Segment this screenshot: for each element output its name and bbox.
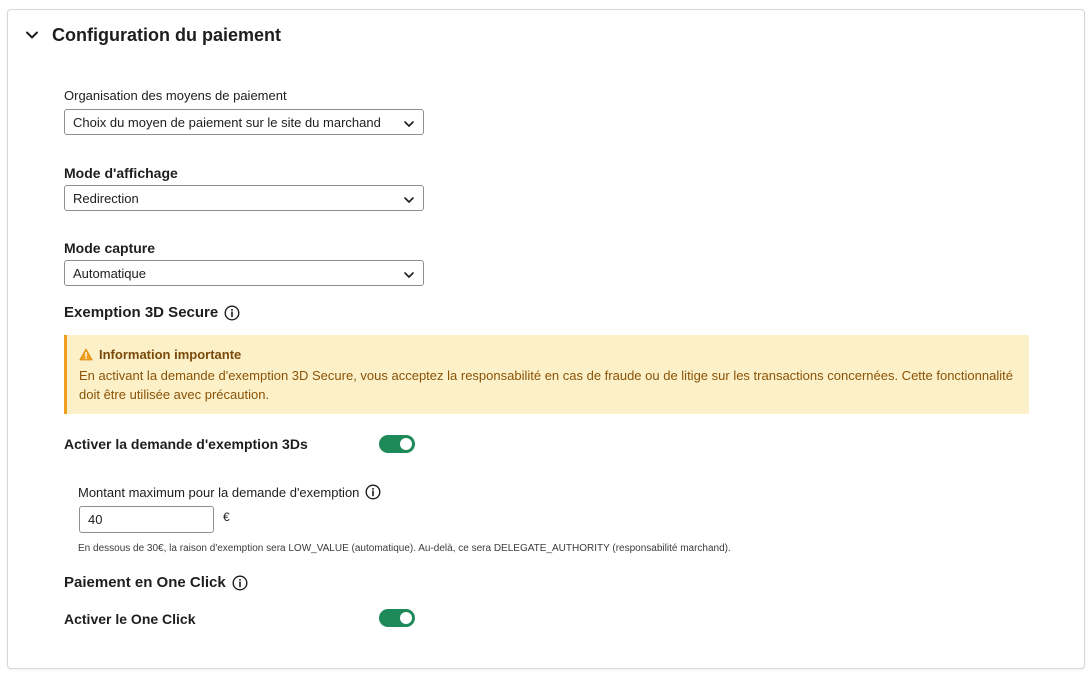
max-amount-label: Montant maximum pour la demande d'exempt… bbox=[78, 484, 360, 500]
max-amount-help: En dessous de 30€, la raison d'exemption… bbox=[78, 543, 731, 554]
organisation-select[interactable]: Choix du moyen de paiement sur le site d… bbox=[64, 109, 424, 135]
panel-title: Configuration du paiement bbox=[52, 24, 281, 45]
display-mode-label: Mode d'affichage bbox=[64, 165, 178, 181]
max-amount-label-row: Montant maximum pour la demande d'exempt… bbox=[78, 484, 381, 500]
chevron-down-icon[interactable] bbox=[24, 27, 40, 43]
info-icon[interactable] bbox=[365, 484, 381, 500]
organisation-select-value: Choix du moyen de paiement sur le site d… bbox=[73, 114, 381, 130]
warning-icon bbox=[79, 348, 93, 361]
chevron-down-icon bbox=[403, 268, 415, 278]
notice-title-text: Information importante bbox=[99, 347, 242, 362]
exemption-toggle[interactable] bbox=[379, 435, 415, 453]
capture-mode-select-value: Automatique bbox=[73, 265, 146, 281]
info-icon[interactable] bbox=[224, 304, 240, 321]
notice-title: Information importante bbox=[79, 347, 1015, 362]
toggle-knob bbox=[400, 438, 412, 450]
important-notice: Information importante En activant la de… bbox=[64, 335, 1029, 414]
capture-mode-select[interactable]: Automatique bbox=[64, 260, 424, 286]
chevron-down-icon bbox=[403, 193, 415, 203]
display-mode-select[interactable]: Redirection bbox=[64, 185, 424, 211]
exemption-section-title: Exemption 3D Secure bbox=[64, 304, 240, 321]
chevron-down-icon bbox=[403, 117, 415, 127]
toggle-knob bbox=[400, 612, 412, 624]
info-icon[interactable] bbox=[232, 574, 248, 591]
panel-header-toggle[interactable]: Configuration du paiement bbox=[24, 22, 281, 48]
currency-symbol: € bbox=[223, 510, 230, 524]
exemption-toggle-label: Activer la demande d'exemption 3Ds bbox=[64, 436, 308, 452]
one-click-toggle[interactable] bbox=[379, 609, 415, 627]
one-click-section-title-text: Paiement en One Click bbox=[64, 574, 226, 591]
one-click-section-title: Paiement en One Click bbox=[64, 574, 248, 591]
organisation-label: Organisation des moyens de paiement bbox=[64, 88, 287, 103]
max-amount-input[interactable] bbox=[79, 506, 214, 533]
payment-config-panel: Configuration du paiement Organisation d… bbox=[7, 9, 1085, 669]
exemption-section-title-text: Exemption 3D Secure bbox=[64, 304, 219, 321]
one-click-toggle-label: Activer le One Click bbox=[64, 611, 196, 627]
notice-text: En activant la demande d'exemption 3D Se… bbox=[79, 368, 1013, 402]
display-mode-select-value: Redirection bbox=[73, 190, 139, 206]
capture-mode-label: Mode capture bbox=[64, 240, 156, 256]
